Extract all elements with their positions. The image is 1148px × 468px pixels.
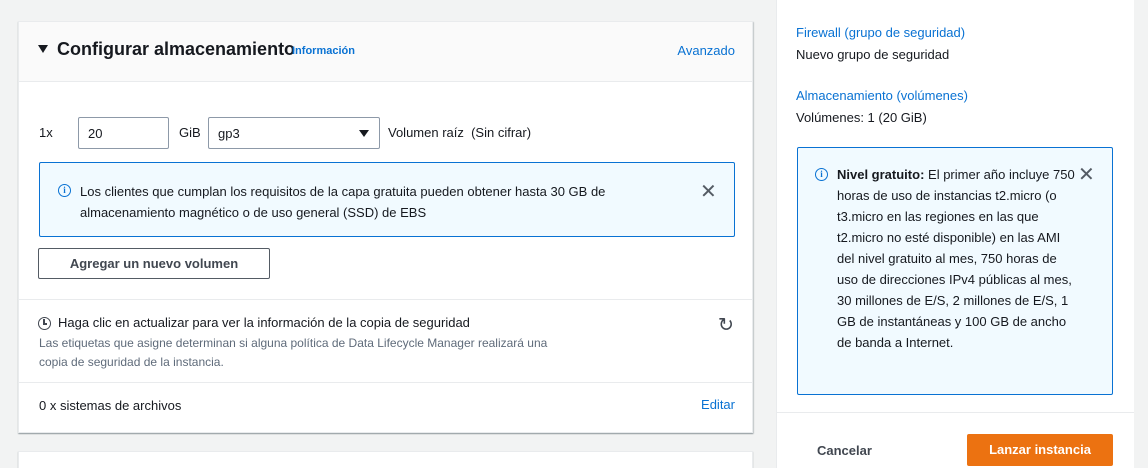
volume-unit-label: GiB [179, 125, 201, 140]
cancel-button[interactable]: Cancelar [817, 443, 872, 458]
volume-type-select[interactable]: gp3 [208, 117, 380, 149]
backup-info-description: Las etiquetas que asigne determinan si a… [39, 336, 548, 369]
dropdown-arrow-icon [359, 130, 369, 137]
next-panel [18, 451, 753, 468]
backup-info-title: Haga clic en actualizar para ver la info… [58, 315, 470, 330]
caret-down-icon[interactable] [38, 45, 48, 53]
close-icon[interactable]: ✕ [700, 181, 717, 201]
storage-panel: Configurar almacenamiento Información Av… [18, 21, 753, 433]
storage-volumes-link[interactable]: Almacenamiento (volúmenes) [796, 88, 968, 103]
info-icon: i [58, 184, 71, 197]
close-icon[interactable]: ✕ [1078, 164, 1095, 184]
firewall-link[interactable]: Firewall (grupo de seguridad) [796, 25, 965, 40]
alert-text: Los clientes que cumplan los requisitos … [80, 184, 606, 220]
clock-icon [38, 317, 51, 330]
free-tier-body: El primer año incluye 750 horas de uso d… [837, 167, 1075, 350]
add-volume-button[interactable]: Agregar un nuevo volumen [38, 248, 270, 279]
volume-type-value: gp3 [218, 126, 240, 141]
filesystems-label: 0 x sistemas de archivos [39, 398, 182, 413]
volume-description: Volumen raíz (Sin cifrar) [388, 125, 532, 140]
launch-instance-button[interactable]: Lanzar instancia [967, 434, 1113, 466]
volume-count-label: 1x [39, 125, 53, 140]
volume-size-input[interactable] [78, 117, 169, 149]
free-tier-storage-alert: i Los clientes que cumplan los requisito… [39, 162, 735, 237]
divider [19, 382, 752, 383]
summary-panel: Firewall (grupo de seguridad) Nuevo grup… [776, 0, 1134, 468]
info-link[interactable]: Información [292, 45, 355, 57]
divider [19, 299, 752, 300]
free-tier-text: Nivel gratuito: El primer año incluye 75… [837, 164, 1079, 353]
refresh-icon[interactable]: ↻ [718, 316, 734, 335]
storage-volumes-value: Volúmenes: 1 (20 GiB) [796, 110, 927, 125]
free-tier-info-box: i Nivel gratuito: El primer año incluye … [797, 147, 1113, 395]
divider [777, 412, 1134, 413]
panel-title: Configurar almacenamiento [57, 39, 296, 59]
advanced-link[interactable]: Avanzado [677, 43, 735, 58]
storage-panel-header[interactable]: Configurar almacenamiento Información Av… [19, 22, 752, 82]
free-tier-title: Nivel gratuito: [837, 167, 925, 182]
edit-filesystems-link[interactable]: Editar [701, 397, 735, 412]
firewall-value: Nuevo grupo de seguridad [796, 47, 950, 62]
info-icon: i [815, 168, 828, 181]
